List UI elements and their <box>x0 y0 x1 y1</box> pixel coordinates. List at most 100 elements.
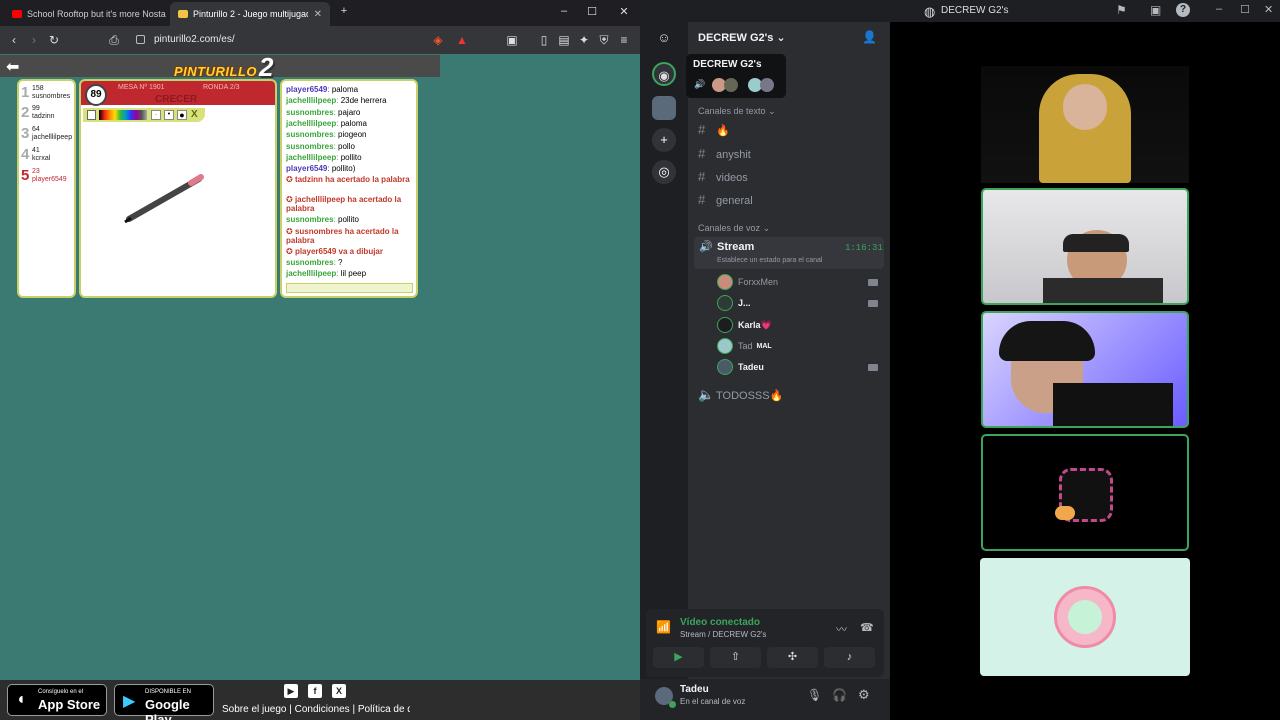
chat-message: jachelllilpeep: pollito <box>286 153 362 162</box>
app-store-button[interactable]: ◖ Consíguelo en el App Store <box>7 684 107 716</box>
pencil-icon <box>178 10 188 18</box>
chat-message: jachelllilpeep: paloma <box>286 119 367 128</box>
sidebar-icon[interactable]: ▯ <box>536 32 552 48</box>
notice-icon: ✪ <box>286 246 295 256</box>
channel-general[interactable]: # general <box>698 192 753 207</box>
reload-icon[interactable]: ↻ <box>46 32 62 48</box>
hash-icon: # <box>698 169 706 184</box>
screen-icon[interactable]: ▣ <box>1150 3 1161 17</box>
eraser-icon[interactable] <box>87 110 96 120</box>
server-icon-decrew[interactable]: ◉ <box>652 62 676 86</box>
close-window-button[interactable]: ✕ <box>616 5 632 18</box>
chat-input[interactable] <box>286 283 413 293</box>
server-name[interactable]: DECREW G2's ⌄ <box>698 31 786 44</box>
address-bar[interactable]: pinturillo2.com/es/ <box>128 30 424 50</box>
reader-icon[interactable]: ▣ <box>504 32 520 48</box>
site-info-icon[interactable] <box>136 35 145 44</box>
server-icon-2[interactable] <box>652 96 676 120</box>
video-tile-3[interactable] <box>981 311 1189 428</box>
category-text-channels[interactable]: Canales de texto ⌄ <box>698 106 776 117</box>
tab-youtube[interactable]: School Rooftop but it's more Nostalg <box>4 2 166 26</box>
noise-suppression-icon[interactable]: 〰 <box>836 621 847 637</box>
chevron-down-icon: ⌄ <box>762 223 771 233</box>
google-play-button[interactable]: ▶ DISPONIBLE EN Google Play <box>114 684 214 720</box>
leo-icon[interactable]: ✦ <box>576 32 592 48</box>
body-shape <box>1043 278 1163 303</box>
category-voice-channels[interactable]: Canales de voz ⌄ <box>698 223 770 234</box>
players-panel: 1 158 susnombres 2 99 tadzinn 3 64 jachelllilp… <box>17 79 76 298</box>
minimize-button[interactable]: – <box>1216 3 1222 15</box>
close-window-button[interactable]: ✕ <box>1264 3 1273 16</box>
video-tile-5[interactable] <box>980 558 1190 676</box>
activities-button[interactable]: ✣ <box>767 647 818 668</box>
channel-anyshit[interactable]: # anyshit <box>698 146 751 161</box>
disconnect-icon[interactable]: ☎ <box>860 621 874 634</box>
inbox-icon[interactable]: ⚑ <box>1116 3 1127 17</box>
bookmark-icon[interactable]: ⎙ <box>106 32 122 48</box>
channel-fire[interactable]: # 🔥 <box>698 122 730 137</box>
brush-small-icon[interactable]: · <box>151 110 161 120</box>
add-user-icon[interactable]: 👤 <box>862 30 877 44</box>
camera-button[interactable]: ▶ <box>653 647 704 668</box>
video-tile-main[interactable] <box>981 66 1189 183</box>
add-server-icon[interactable]: + <box>652 128 676 152</box>
clear-canvas-button[interactable]: X <box>191 109 198 120</box>
discord-home-icon[interactable]: ☺ <box>652 26 676 50</box>
rewards-icon[interactable]: ▲ <box>454 32 470 48</box>
chat-text: 23de herrera <box>340 96 387 106</box>
channel-videos[interactable]: # videos <box>698 169 748 184</box>
video-tile-4[interactable] <box>981 434 1189 551</box>
maximize-button[interactable]: ☐ <box>1240 3 1250 16</box>
chat-message: susnombres: pajaro <box>286 108 360 117</box>
voice-status-subtitle[interactable]: Stream / DECREW G2's <box>680 630 766 639</box>
vpn-icon[interactable]: ⛨ <box>596 32 612 48</box>
video-tile-2[interactable] <box>981 188 1189 305</box>
globe-icon: ◍ <box>924 4 936 19</box>
round-indicator: RONDA 2/3 <box>203 84 240 91</box>
microphone-icon[interactable]: 🎙 <box>807 688 822 702</box>
youtube-icon[interactable]: ▶ <box>284 684 298 698</box>
chat-text: pollito) <box>331 164 356 174</box>
back-icon[interactable]: ‹ <box>6 32 22 48</box>
voice-user[interactable]: Tad MAL <box>717 338 772 354</box>
word-to-draw: CRECER <box>155 94 198 105</box>
chat-username: player6549 <box>286 85 328 94</box>
close-tab-icon[interactable]: ✕ <box>308 9 322 20</box>
brush-large-icon[interactable]: ● <box>177 110 187 120</box>
notice-icon: ✪ <box>286 226 295 236</box>
voice-user[interactable]: Tadeu <box>717 359 764 375</box>
brush-medium-icon[interactable]: • <box>164 110 174 120</box>
channel-todosss[interactable]: 🔈 TODOSSS🔥 <box>698 387 783 403</box>
camera-on-icon <box>868 279 878 286</box>
screen-share-button[interactable]: ⇧ <box>710 647 761 668</box>
hair-shape <box>999 321 1095 361</box>
forward-icon[interactable]: › <box>26 32 42 48</box>
soundboard-button[interactable]: ♪ <box>824 647 875 668</box>
x-icon[interactable]: X <box>332 684 346 698</box>
gplay-big-text: Google Play <box>145 697 190 720</box>
maximize-button[interactable]: ☐ <box>584 5 600 18</box>
chat-username: susnombres <box>286 215 334 225</box>
voice-user[interactable]: J... <box>717 295 751 311</box>
chat-text: lil peep <box>340 269 367 278</box>
chat-system-message: ✪ player6549 va a dibujar <box>286 247 412 256</box>
menu-icon[interactable]: ≡ <box>616 32 632 48</box>
discord-title-bar: ◍ DECREW G2's ⚑ ▣ ? – ☐ ✕ <box>640 0 1280 22</box>
minimize-button[interactable]: – <box>556 5 572 17</box>
arrow-left-icon[interactable]: ⬅ <box>6 57 19 77</box>
facebook-icon[interactable]: f <box>308 684 322 698</box>
wallet-icon[interactable]: ▤ <box>556 32 572 48</box>
channel-status[interactable]: Establece un estado para el canal <box>717 257 822 264</box>
color-palette[interactable] <box>99 110 147 120</box>
settings-gear-icon[interactable]: ⚙ <box>858 687 870 703</box>
headphones-icon[interactable]: 🎧 <box>832 688 847 702</box>
help-icon[interactable]: ? <box>1176 3 1190 17</box>
footer-links[interactable]: Sobre el juego | Condiciones | Política … <box>222 704 410 715</box>
voice-user[interactable]: Karla💗 <box>717 317 772 333</box>
discover-icon[interactable]: ◎ <box>652 160 676 184</box>
new-tab-button[interactable]: + <box>336 5 352 17</box>
voice-user[interactable]: ForxxMen <box>717 274 778 290</box>
youtube-icon <box>12 10 22 18</box>
tab-pinturillo[interactable]: Pinturillo 2 - Juego multijugador ✕ <box>170 2 330 26</box>
brave-shield-icon[interactable]: ◈ <box>430 32 446 48</box>
